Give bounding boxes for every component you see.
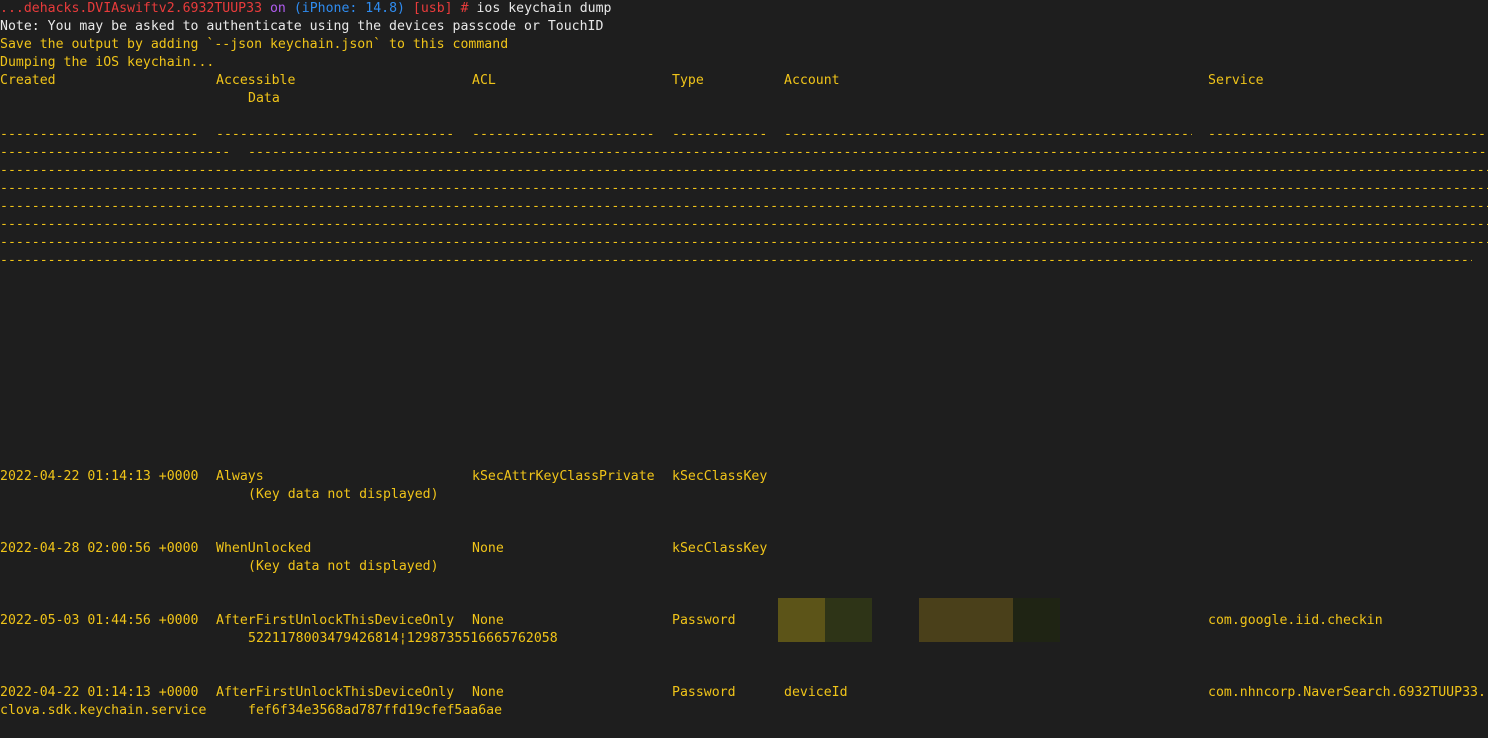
row-4-service-cont: clova.sdk.keychain.service <box>0 703 207 718</box>
prompt-transport: [usb] <box>412 1 453 16</box>
row-2-accessible: WhenUnlocked <box>216 541 312 556</box>
row-4-accessible: AfterFirstUnlockThisDeviceOnly <box>216 685 455 700</box>
header-service: Service <box>1208 73 1264 88</box>
separator-account <box>784 126 1192 144</box>
row-2-data: (Key data not displayed) <box>248 559 439 574</box>
row-3-acl: None <box>472 613 504 628</box>
row-4-type: Password <box>672 685 736 700</box>
separator-type <box>672 126 768 144</box>
separator-acl <box>472 126 656 144</box>
separator-service-wrap <box>0 144 232 162</box>
separator-data-wrap <box>0 162 1488 180</box>
row-1-accessible: Always <box>216 469 264 484</box>
separator-created <box>0 126 200 144</box>
separator-data-wrap <box>0 216 1488 234</box>
separator-data-wrap <box>0 252 1472 270</box>
row-2-acl: None <box>472 541 504 556</box>
separator-data-wrap <box>0 234 1488 252</box>
row-4-acl: None <box>472 685 504 700</box>
prompt-command: ios keychain dump <box>476 1 612 16</box>
row-3-data: 5221178003479426814¦1298735516665762058 <box>248 631 558 646</box>
separator-data-wrap <box>0 198 1488 216</box>
header-accessible: Accessible <box>216 73 296 88</box>
separator-service <box>1208 126 1488 144</box>
redaction-block <box>919 598 1013 642</box>
terminal-window[interactable]: ...dehacks.DVIAswiftv2.6932TUUP33 on (iP… <box>0 0 1488 738</box>
note-message: Note: You may be asked to authenticate u… <box>0 19 604 34</box>
prompt-device: (iPhone: 14.8) <box>293 1 405 16</box>
prompt-app-name: ...dehacks.DVIAswiftv2.6932TUUP33 <box>0 1 263 16</box>
redaction-block <box>1013 598 1060 642</box>
row-3-service: com.google.iid.checkin <box>1208 613 1383 628</box>
row-2-created: 2022-04-28 02:00:56 +0000 <box>0 541 199 556</box>
separator-accessible <box>216 126 456 144</box>
row-4-account: deviceId <box>784 685 848 700</box>
row-1-acl: kSecAttrKeyClassPrivate <box>472 469 655 484</box>
command-prompt-line: ...dehacks.DVIAswiftv2.6932TUUP33 on (iP… <box>0 0 611 18</box>
row-4-created: 2022-04-22 01:14:13 +0000 <box>0 685 199 700</box>
row-3-accessible: AfterFirstUnlockThisDeviceOnly <box>216 613 455 628</box>
header-data: Data <box>248 91 280 106</box>
header-acl: ACL <box>472 73 496 88</box>
prompt-symbol: # <box>460 1 469 16</box>
redaction-block <box>825 598 872 642</box>
header-created: Created <box>0 73 56 88</box>
header-type: Type <box>672 73 704 88</box>
header-account: Account <box>784 73 840 88</box>
row-3-type: Password <box>672 613 736 628</box>
row-1-data: (Key data not displayed) <box>248 487 439 502</box>
row-4-data: fef6f34e3568ad787ffd19cfef5aa6ae <box>248 703 503 718</box>
row-3-created: 2022-05-03 01:44:56 +0000 <box>0 613 199 628</box>
row-2-type: kSecClassKey <box>672 541 768 556</box>
row-1-type: kSecClassKey <box>672 469 768 484</box>
prompt-on-keyword: on <box>269 1 286 16</box>
separator-data <box>248 144 1488 162</box>
row-4-service: com.nhncorp.NaverSearch.6932TUUP33. <box>1208 685 1486 700</box>
redaction-block <box>778 598 825 642</box>
row-1-created: 2022-04-22 01:14:13 +0000 <box>0 469 199 484</box>
save-output-message: Save the output by adding `--json keycha… <box>0 37 509 52</box>
separator-data-wrap <box>0 180 1488 198</box>
dumping-message: Dumping the iOS keychain... <box>0 55 215 70</box>
